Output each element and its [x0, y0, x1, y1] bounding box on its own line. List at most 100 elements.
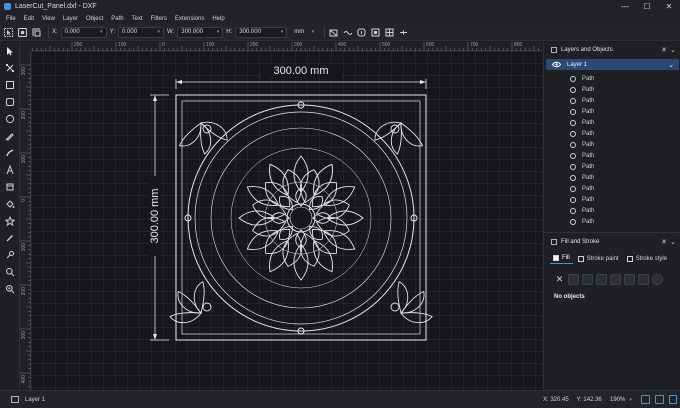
- menu-object[interactable]: Object: [82, 16, 107, 22]
- laser-panel-artwork[interactable]: [168, 94, 434, 341]
- object-row[interactable]: Path: [570, 216, 594, 227]
- zoom-fit-icon[interactable]: [641, 395, 650, 404]
- visibility-icon[interactable]: [570, 130, 576, 137]
- radial-gradient-button[interactable]: [596, 274, 607, 285]
- left-ruler[interactable]: 3002001000100200300400500: [20, 51, 31, 390]
- view-mode-icon[interactable]: [655, 395, 664, 404]
- dropper-tool[interactable]: [3, 248, 17, 262]
- visibility-icon[interactable]: [570, 207, 576, 214]
- object-row[interactable]: Path: [570, 106, 594, 117]
- visibility-icon[interactable]: [570, 163, 576, 170]
- visibility-icon[interactable]: [570, 185, 576, 192]
- visibility-icon[interactable]: [570, 97, 576, 104]
- mesh-gradient-button[interactable]: [610, 274, 621, 285]
- object-row[interactable]: Path: [570, 117, 594, 128]
- pencil-tool[interactable]: [3, 231, 17, 245]
- menu-file[interactable]: File: [2, 16, 20, 22]
- object-row[interactable]: Path: [570, 73, 594, 84]
- text-tool[interactable]: [3, 163, 17, 177]
- visibility-icon[interactable]: [570, 75, 576, 82]
- visibility-icon[interactable]: [570, 196, 576, 203]
- rectangle-tool[interactable]: [3, 78, 17, 92]
- visibility-icon[interactable]: [570, 119, 576, 126]
- visibility-icon[interactable]: [570, 218, 576, 225]
- menu-extensions[interactable]: Extensions: [171, 16, 208, 22]
- visibility-icon[interactable]: [570, 152, 576, 159]
- visibility-icon[interactable]: [570, 108, 576, 115]
- tab-stroke-style[interactable]: Stroke style: [624, 254, 670, 264]
- menu-text[interactable]: Text: [128, 16, 147, 22]
- object-row[interactable]: Path: [570, 150, 594, 161]
- chevron-down-icon[interactable]: ⌄: [670, 238, 676, 246]
- menu-path[interactable]: Path: [107, 16, 127, 22]
- selector-tool[interactable]: [3, 44, 17, 58]
- chevron-down-icon[interactable]: ⌄: [670, 46, 676, 54]
- select-touch-icon[interactable]: [17, 27, 28, 38]
- maximize-button[interactable]: ☐: [636, 0, 658, 13]
- tab-stroke-paint[interactable]: Stroke paint: [575, 254, 622, 264]
- h-input[interactable]: 300.000 ▾: [235, 26, 288, 38]
- chevron-down-icon[interactable]: ⌄: [668, 61, 674, 69]
- tab-fill[interactable]: Fill: [550, 253, 573, 264]
- swatch-button[interactable]: [638, 274, 649, 285]
- menu-filters[interactable]: Filters: [147, 16, 171, 22]
- measure-tool[interactable]: [3, 282, 17, 296]
- object-row[interactable]: Path: [570, 194, 594, 205]
- calligraphy-tool[interactable]: [3, 146, 17, 160]
- minimize-button[interactable]: —: [614, 0, 636, 13]
- spin-arrows-icon[interactable]: ▾: [158, 29, 161, 35]
- square-tool[interactable]: [3, 95, 17, 109]
- spin-arrows-icon[interactable]: ▾: [100, 29, 103, 35]
- unit-select[interactable]: mm ▾: [290, 27, 318, 38]
- mandala[interactable]: [230, 147, 372, 289]
- object-row[interactable]: Path: [570, 183, 594, 194]
- spin-arrows-icon[interactable]: ▾: [217, 29, 220, 35]
- scale-stroke-icon[interactable]: [342, 27, 353, 38]
- spray-tool[interactable]: [3, 180, 17, 194]
- visibility-icon[interactable]: [570, 86, 576, 93]
- unset-paint-button[interactable]: [652, 274, 663, 285]
- object-row[interactable]: Path: [570, 139, 594, 150]
- move-pattern-icon[interactable]: [384, 27, 395, 38]
- artwork-svg[interactable]: [31, 51, 542, 390]
- current-layer[interactable]: Layer 1: [25, 397, 45, 403]
- no-paint-icon[interactable]: ✕: [554, 274, 565, 285]
- width-dimension[interactable]: [175, 79, 427, 89]
- eye-icon[interactable]: [552, 61, 561, 68]
- lock-ratio-icon[interactable]: [328, 27, 339, 38]
- more-icon[interactable]: [398, 27, 409, 38]
- star-tool[interactable]: [3, 214, 17, 228]
- close-panel-icon[interactable]: ✕: [661, 46, 667, 54]
- close-button[interactable]: ✕: [658, 0, 680, 13]
- drawing-canvas[interactable]: 300.00 mm 300.00 mm: [31, 51, 542, 390]
- object-row[interactable]: Path: [570, 205, 594, 216]
- flat-color-button[interactable]: [568, 274, 579, 285]
- move-gradient-icon[interactable]: [370, 27, 381, 38]
- object-row[interactable]: Path: [570, 84, 594, 95]
- rotate-view-icon[interactable]: [669, 395, 677, 404]
- visibility-icon[interactable]: [570, 141, 576, 148]
- pen-tool[interactable]: [3, 129, 17, 143]
- top-ruler[interactable]: 200 100 0 100 200 300 400 500 600 700 800: [31, 42, 542, 51]
- menu-layer[interactable]: Layer: [59, 16, 82, 22]
- select-all-icon[interactable]: [3, 27, 14, 38]
- object-row[interactable]: Path: [570, 161, 594, 172]
- layer-row[interactable]: Layer 1 ⌄: [546, 59, 679, 70]
- node-tool[interactable]: [3, 61, 17, 75]
- scale-corners-icon[interactable]: [356, 27, 367, 38]
- spin-arrows-icon[interactable]: ▾: [281, 29, 284, 35]
- object-row[interactable]: Path: [570, 95, 594, 106]
- zoom-tool[interactable]: [3, 265, 17, 279]
- bucket-tool[interactable]: [3, 197, 17, 211]
- menu-help[interactable]: Help: [208, 16, 228, 22]
- menu-edit[interactable]: Edit: [20, 16, 38, 22]
- panel-divider[interactable]: [544, 232, 680, 233]
- pattern-button[interactable]: [624, 274, 635, 285]
- visibility-icon[interactable]: [570, 174, 576, 181]
- transform-icon[interactable]: [31, 27, 42, 38]
- circle-tool[interactable]: [3, 112, 17, 126]
- w-input[interactable]: 300.000 ▾: [177, 26, 224, 38]
- menu-view[interactable]: View: [38, 16, 59, 22]
- zoom-field[interactable]: 190% ▾: [610, 397, 632, 403]
- object-row[interactable]: Path: [570, 172, 594, 183]
